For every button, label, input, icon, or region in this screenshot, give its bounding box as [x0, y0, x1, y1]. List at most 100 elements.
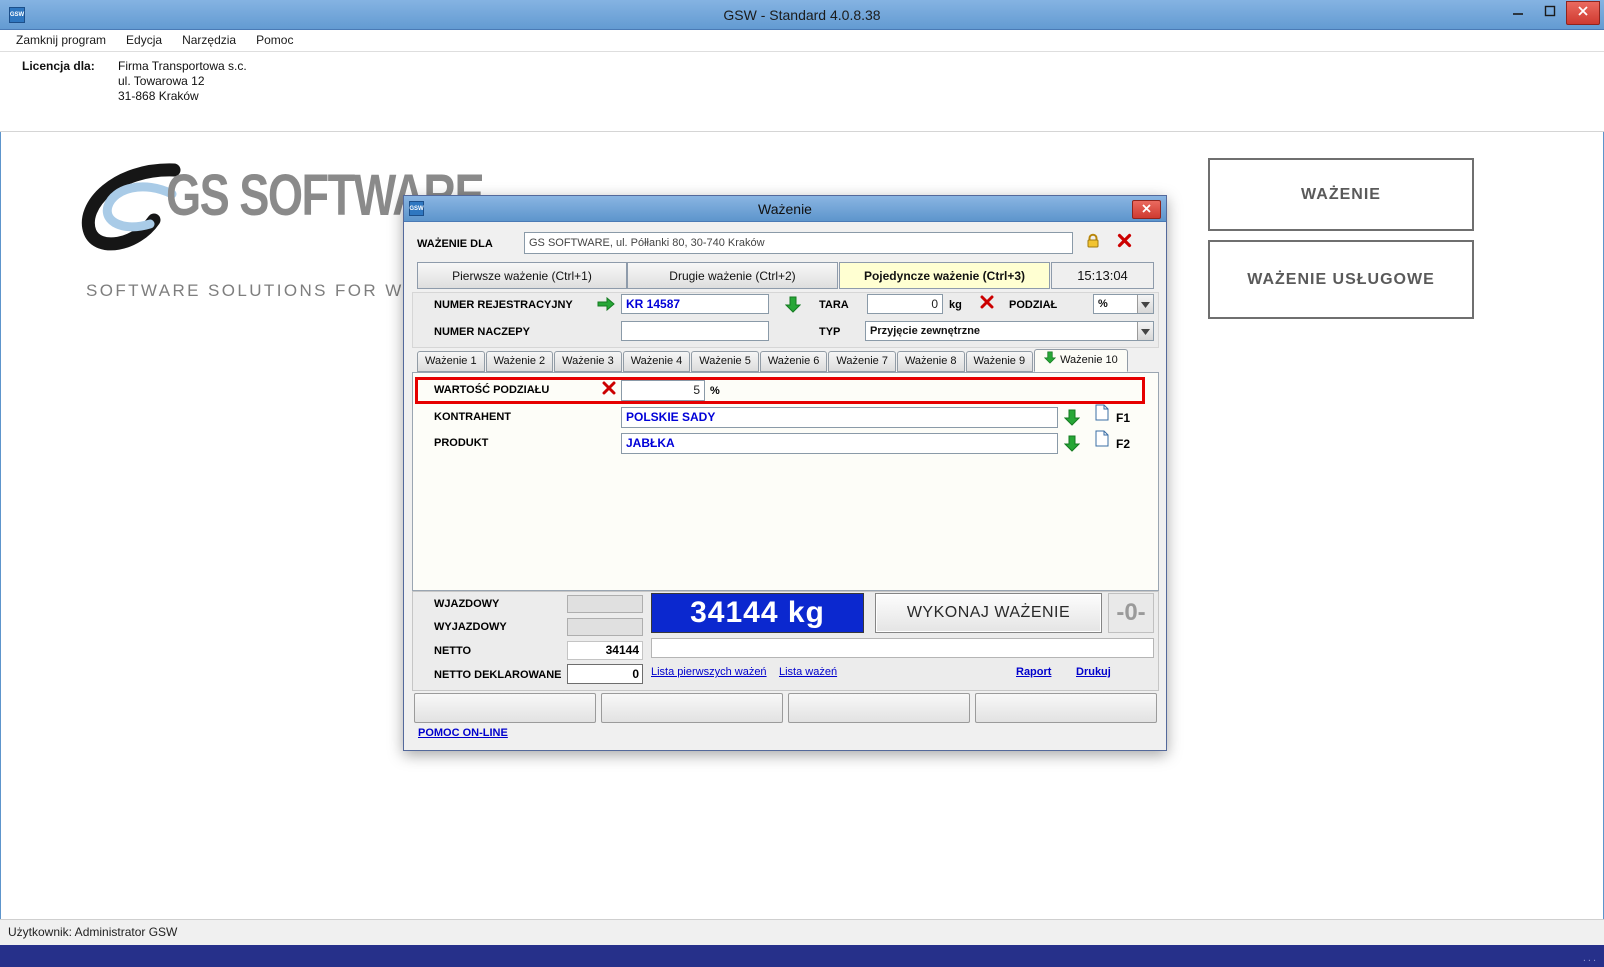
typ-dropdown-button[interactable]	[1137, 322, 1153, 340]
dialog-close-icon	[1141, 201, 1152, 219]
clear-wartosc-podzialu-button[interactable]	[599, 381, 619, 399]
drukuj-link[interactable]: Drukuj	[1076, 665, 1111, 679]
numer-naczepy-input[interactable]	[621, 321, 769, 341]
tab-wazenie-9[interactable]: Ważenie 9	[966, 351, 1034, 372]
resize-grip[interactable]: ...	[1583, 952, 1598, 964]
wykonaj-wazenie-button[interactable]: WYKONAJ WAŻENIE	[875, 593, 1102, 633]
dialog-close-button[interactable]	[1132, 200, 1161, 219]
maximize-icon	[1544, 4, 1556, 22]
numer-naczepy-label: NUMER NACZEPY	[434, 323, 530, 341]
menu-pomoc[interactable]: Pomoc	[246, 30, 303, 51]
zero-indicator: -0-	[1108, 593, 1154, 633]
kontrahent-label: KONTRAHENT	[434, 408, 511, 426]
tab-pojedyncze-wazenie[interactable]: Pojedyncze ważenie (Ctrl+3)	[839, 262, 1050, 289]
license-line-street: ul. Towarowa 12	[118, 74, 247, 89]
produkt-label: PRODUKT	[434, 434, 488, 452]
pomoc-online-link[interactable]: POMOC ON-LINE	[418, 727, 508, 739]
numer-rejestracyjny-label: NUMER REJESTRACYJNY	[434, 296, 573, 314]
netto-label: NETTO	[434, 642, 471, 660]
rejestracyjny-picker-arrow-icon[interactable]	[784, 294, 802, 314]
menu-zamknij-program[interactable]: Zamknij program	[6, 30, 116, 51]
dialog-title: Ważenie	[404, 196, 1166, 222]
lock-icon	[1085, 233, 1101, 254]
titlebar[interactable]: GSW GSW - Standard 4.0.8.38	[0, 0, 1604, 30]
statusbar: Użytkownik: Administrator GSW	[0, 919, 1604, 945]
typ-dropdown[interactable]: Przyjęcie zewnętrzne	[865, 321, 1154, 341]
red-x-icon	[602, 381, 616, 400]
tab-wazenie-2[interactable]: Ważenie 2	[486, 351, 554, 372]
menu-edycja[interactable]: Edycja	[116, 30, 172, 51]
podzial-dropdown-button[interactable]	[1137, 295, 1153, 313]
tab-wazenie-8[interactable]: Ważenie 8	[897, 351, 965, 372]
weight-display: 34144 kg	[651, 593, 864, 633]
wazenie-uslugowe-button[interactable]: WAŻENIE USŁUGOWE	[1208, 240, 1474, 319]
kontrahent-list-button[interactable]	[1094, 405, 1110, 425]
produkt-input[interactable]: JABŁKA	[621, 433, 1058, 454]
maximize-button[interactable]	[1534, 2, 1566, 24]
clear-tara-button[interactable]	[976, 295, 998, 313]
message-field	[651, 638, 1154, 658]
chevron-down-icon	[1141, 322, 1150, 340]
menubar: Zamknij program Edycja Narzędzia Pomoc	[0, 30, 1604, 52]
tab-wazenie-1[interactable]: Ważenie 1	[417, 351, 485, 372]
tab-wazenie-7[interactable]: Ważenie 7	[828, 351, 896, 372]
podzial-dropdown-value: %	[1098, 295, 1136, 313]
numer-rejestracyjny-input[interactable]: KR 14587	[621, 294, 769, 314]
close-button[interactable]	[1566, 1, 1600, 25]
window-title: GSW - Standard 4.0.8.38	[0, 0, 1604, 30]
clear-header-button[interactable]	[1110, 232, 1138, 254]
raport-link[interactable]: Raport	[1016, 665, 1051, 679]
tab-wazenie-4[interactable]: Ważenie 4	[623, 351, 691, 372]
wazenie-tabstrip: Ważenie 1 Ważenie 2 Ważenie 3 Ważenie 4 …	[417, 351, 1129, 372]
wazenie-dialog: GSW Ważenie WAŻENIE DLA GS SOFTWARE, ul.…	[403, 195, 1167, 751]
wazenie-10-panel	[412, 372, 1159, 591]
menu-narzedzia[interactable]: Narzędzia	[172, 30, 246, 51]
tab-wazenie-10-label: Ważenie 10	[1060, 351, 1118, 370]
wazenie-button[interactable]: WAŻENIE	[1208, 158, 1474, 231]
minimize-button[interactable]	[1502, 2, 1534, 24]
green-right-arrow-icon[interactable]	[596, 296, 616, 312]
produkt-picker-arrow-icon[interactable]	[1063, 433, 1081, 453]
wartosc-podzialu-input[interactable]: 5	[621, 380, 705, 401]
wartosc-podzialu-label: WARTOŚĆ PODZIAŁU	[434, 381, 549, 399]
wartosc-podzialu-unit-label: %	[710, 382, 720, 400]
license-panel: Licencja dla: Firma Transportowa s.c. ul…	[0, 52, 1604, 132]
podzial-dropdown[interactable]: %	[1093, 294, 1154, 314]
function-button-4[interactable]	[975, 693, 1157, 723]
lock-button[interactable]	[1080, 232, 1106, 254]
function-button-2[interactable]	[601, 693, 783, 723]
tab-wazenie-6[interactable]: Ważenie 6	[760, 351, 828, 372]
wyjazdowy-display	[567, 618, 643, 636]
license-address: Firma Transportowa s.c. ul. Towarowa 12 …	[118, 59, 247, 104]
netto-deklarowane-label: NETTO DEKLAROWANE	[434, 666, 562, 684]
red-x-icon	[1117, 233, 1132, 253]
lista-pierwszych-wazen-link[interactable]: Lista pierwszych ważeń	[651, 665, 767, 679]
produkt-fkey-label: F2	[1116, 435, 1130, 453]
tab-wazenie-10[interactable]: Ważenie 10	[1034, 349, 1128, 372]
tab-wazenie-3[interactable]: Ważenie 3	[554, 351, 622, 372]
tab-wazenie-5[interactable]: Ważenie 5	[691, 351, 759, 372]
netto-deklarowane-input[interactable]: 0	[567, 664, 643, 684]
function-button-1[interactable]	[414, 693, 596, 723]
green-down-arrow-icon	[1044, 351, 1056, 371]
clock-display: 15:13:04	[1051, 262, 1154, 289]
wjazdowy-label: WJAZDOWY	[434, 595, 499, 613]
statusbar-user-text: Użytkownik: Administrator GSW	[8, 925, 177, 939]
license-label: Licencja dla:	[22, 59, 95, 73]
tab-pierwsze-wazenie[interactable]: Pierwsze ważenie (Ctrl+1)	[417, 262, 627, 289]
lista-wazen-link[interactable]: Lista ważeń	[779, 665, 837, 679]
podzial-label: PODZIAŁ	[1009, 296, 1057, 314]
produkt-list-button[interactable]	[1094, 431, 1110, 451]
function-button-3[interactable]	[788, 693, 970, 723]
kontrahent-picker-arrow-icon[interactable]	[1063, 407, 1081, 427]
kontrahent-fkey-label: F1	[1116, 409, 1130, 427]
tab-drugie-wazenie[interactable]: Drugie ważenie (Ctrl+2)	[627, 262, 838, 289]
wazenie-dla-input[interactable]: GS SOFTWARE, ul. Półłanki 80, 30-740 Kra…	[524, 232, 1073, 254]
close-icon	[1577, 4, 1589, 22]
netto-display: 34144	[567, 641, 643, 660]
wazenie-dla-label: WAŻENIE DLA	[417, 235, 493, 253]
dialog-titlebar[interactable]: GSW Ważenie	[404, 196, 1166, 222]
tara-input[interactable]: 0	[867, 294, 943, 314]
chevron-down-icon	[1141, 295, 1150, 313]
kontrahent-input[interactable]: POLSKIE SADY	[621, 407, 1058, 428]
